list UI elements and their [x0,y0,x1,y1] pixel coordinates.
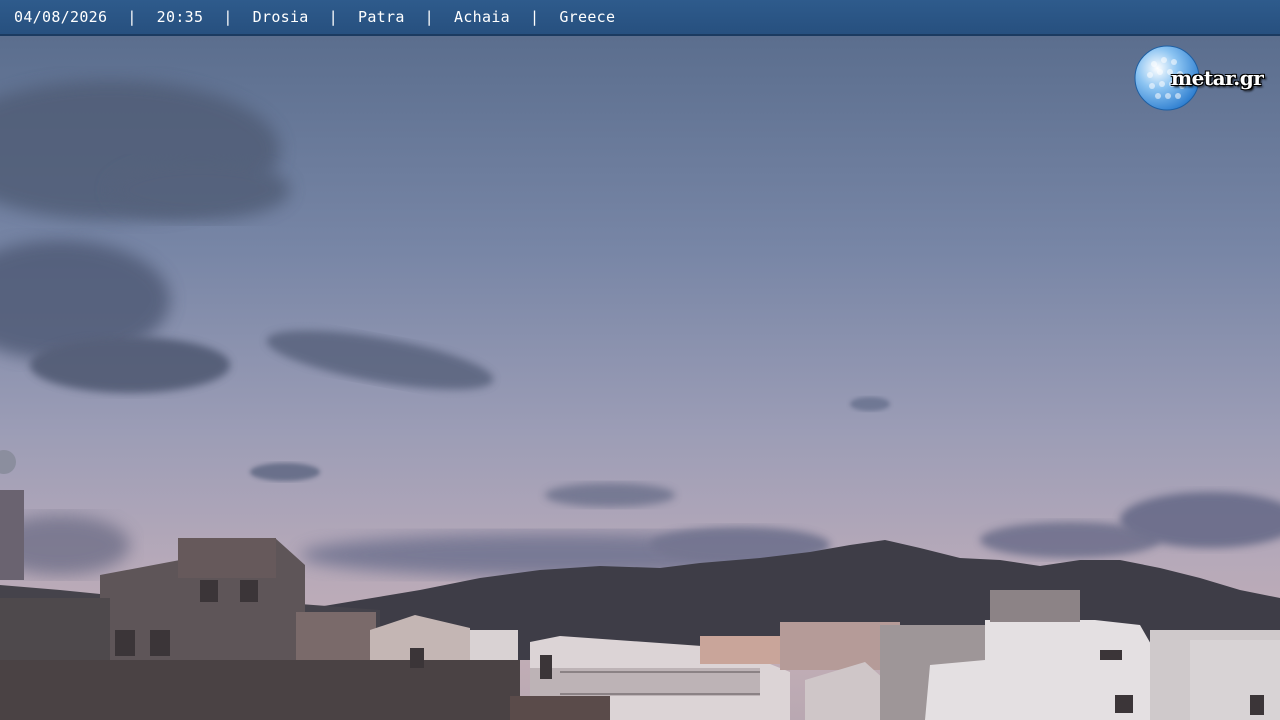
separator: | [328,8,338,26]
webcam-scene [0,0,1280,720]
country-text: Greece [559,8,616,26]
separator: | [223,8,233,26]
village-text: Drosia [252,8,309,26]
date-text: 04/08/2026 [14,8,108,26]
time-text: 20:35 [156,8,204,26]
separator: | [530,8,540,26]
logo-wordmark: metar.gr [1171,66,1264,90]
webcam-info-bar: 04/08/2026 | 20:35 | Drosia | Patra | Ac… [0,0,1280,36]
separator: | [424,8,434,26]
region-text: Achaia [454,8,510,26]
separator: | [127,8,137,26]
city-text: Patra [358,8,405,26]
